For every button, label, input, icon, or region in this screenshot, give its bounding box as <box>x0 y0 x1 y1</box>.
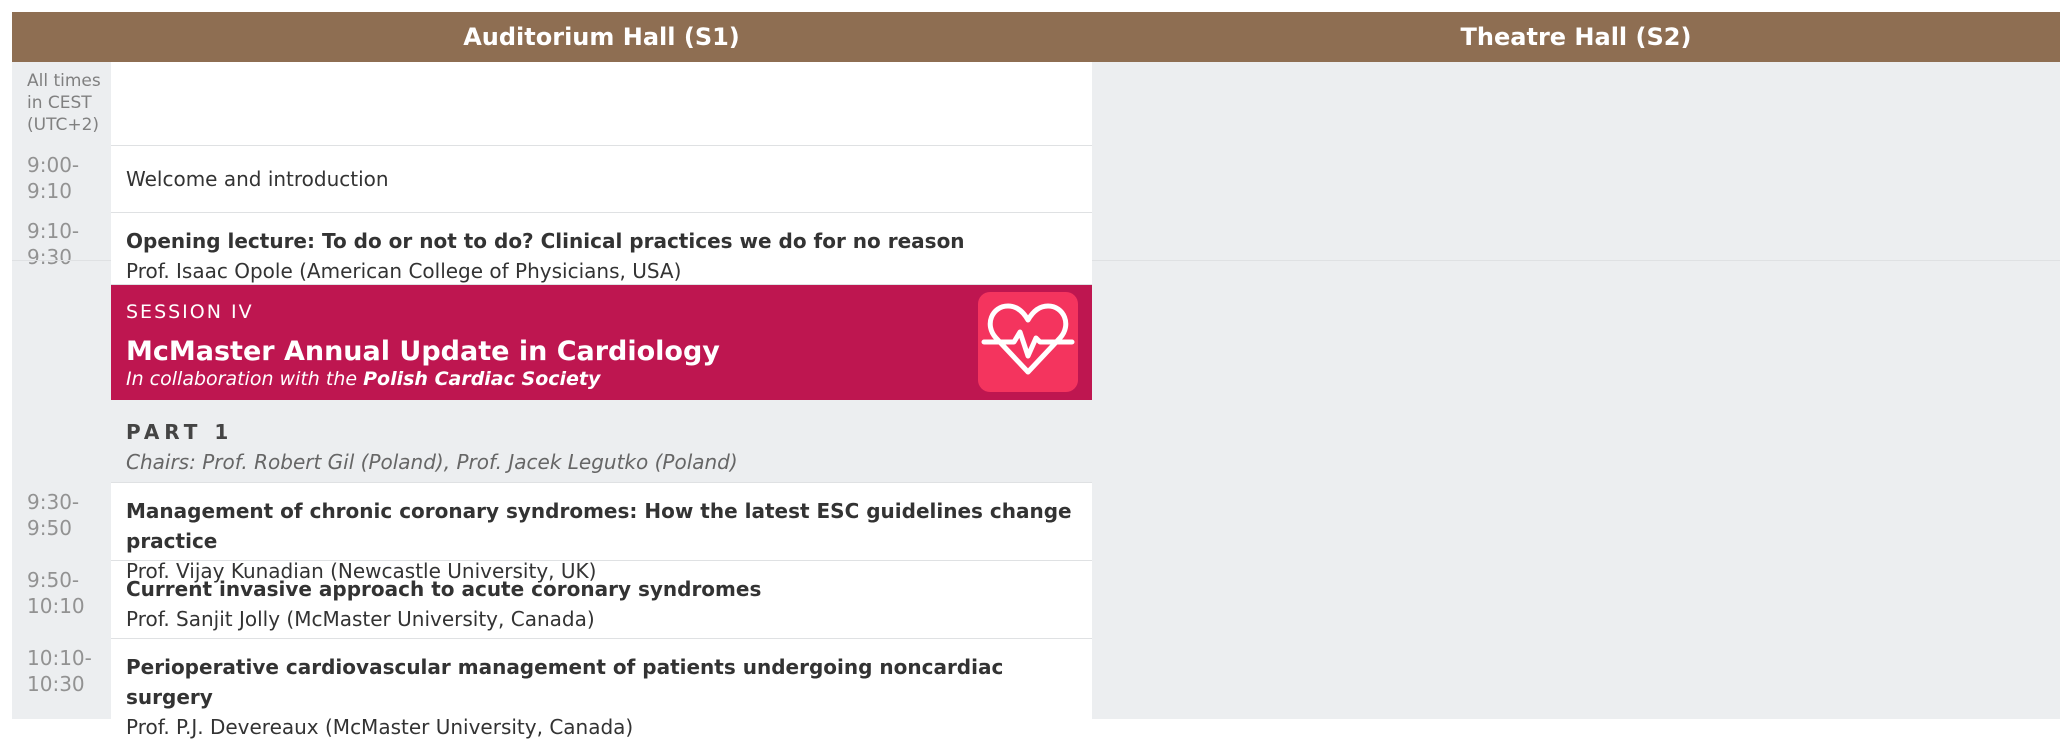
header-time-spacer <box>12 12 111 62</box>
time-opening: 9:10- 9:30 <box>27 219 80 269</box>
part-header: PART 1 Chairs: Prof. Robert Gil (Poland)… <box>111 400 1092 483</box>
talk-title: Current invasive approach to acute coron… <box>126 577 762 601</box>
schedule-grid: All times in CEST (UTC+2) 9:00- 9:10 9:1… <box>12 62 2060 739</box>
hall-s2-title: Theatre Hall (S2) <box>1460 23 1692 51</box>
time-column: All times in CEST (UTC+2) 9:00- 9:10 9:1… <box>12 62 111 719</box>
hall-s1-title: Auditorium Hall (S1) <box>463 23 740 51</box>
part-label: PART 1 <box>126 420 234 444</box>
empty-slot <box>111 62 1092 146</box>
session-subtitle-prefix: In collaboration with the <box>126 368 358 390</box>
time-talk-3: 10:10- 10:30 <box>27 646 92 696</box>
program-schedule: Auditorium Hall (S1) Theatre Hall (S2) A… <box>12 12 2060 739</box>
talk-title: Perioperative cardiovascular management … <box>126 655 1004 709</box>
opening-lecture-row[interactable]: Opening lecture: To do or not to do? Cli… <box>111 212 1092 285</box>
welcome-text: Welcome and introduction <box>126 167 389 191</box>
talk-title: Management of chronic coronary syndromes… <box>126 499 1072 553</box>
part-chairs: Chairs: Prof. Robert Gil (Poland), Prof.… <box>126 450 738 474</box>
time-welcome: 9:00- 9:10 <box>27 153 80 203</box>
time-talk-2: 9:50- 10:10 <box>27 568 85 618</box>
opening-lecture-speaker: Prof. Isaac Opole (American College of P… <box>126 259 682 283</box>
talk-row[interactable]: Management of chronic coronary syndromes… <box>111 483 1092 583</box>
session-subtitle-org: Polish Cardiac Society <box>363 368 601 390</box>
session-subtitle: In collaboration with the Polish Cardiac… <box>126 368 1092 390</box>
row-divider <box>12 260 111 261</box>
talk-row[interactable]: Perioperative cardiovascular management … <box>111 639 1092 739</box>
opening-lecture-title: Opening lecture: To do or not to do? Cli… <box>126 229 965 253</box>
welcome-row[interactable]: Welcome and introduction <box>111 146 1092 212</box>
session-label: SESSION IV <box>126 301 254 323</box>
session-banner[interactable]: SESSION IV McMaster Annual Update in Car… <box>111 285 1092 400</box>
hall-header: Auditorium Hall (S1) Theatre Hall (S2) <box>12 12 2060 62</box>
hall-s2-column <box>1092 62 2060 719</box>
time-talk-1: 9:30- 9:50 <box>27 490 80 540</box>
talk-speaker: Prof. Sanjit Jolly (McMaster University,… <box>126 607 595 631</box>
heart-pulse-icon <box>978 292 1078 392</box>
talk-speaker: Prof. P.J. Devereaux (McMaster Universit… <box>126 715 634 739</box>
row-divider <box>1092 260 2060 261</box>
session-title: McMaster Annual Update in Cardiology <box>126 336 720 367</box>
timezone-note: All times in CEST (UTC+2) <box>27 71 101 135</box>
hall-s1-column: Welcome and introduction Opening lecture… <box>111 62 1092 739</box>
